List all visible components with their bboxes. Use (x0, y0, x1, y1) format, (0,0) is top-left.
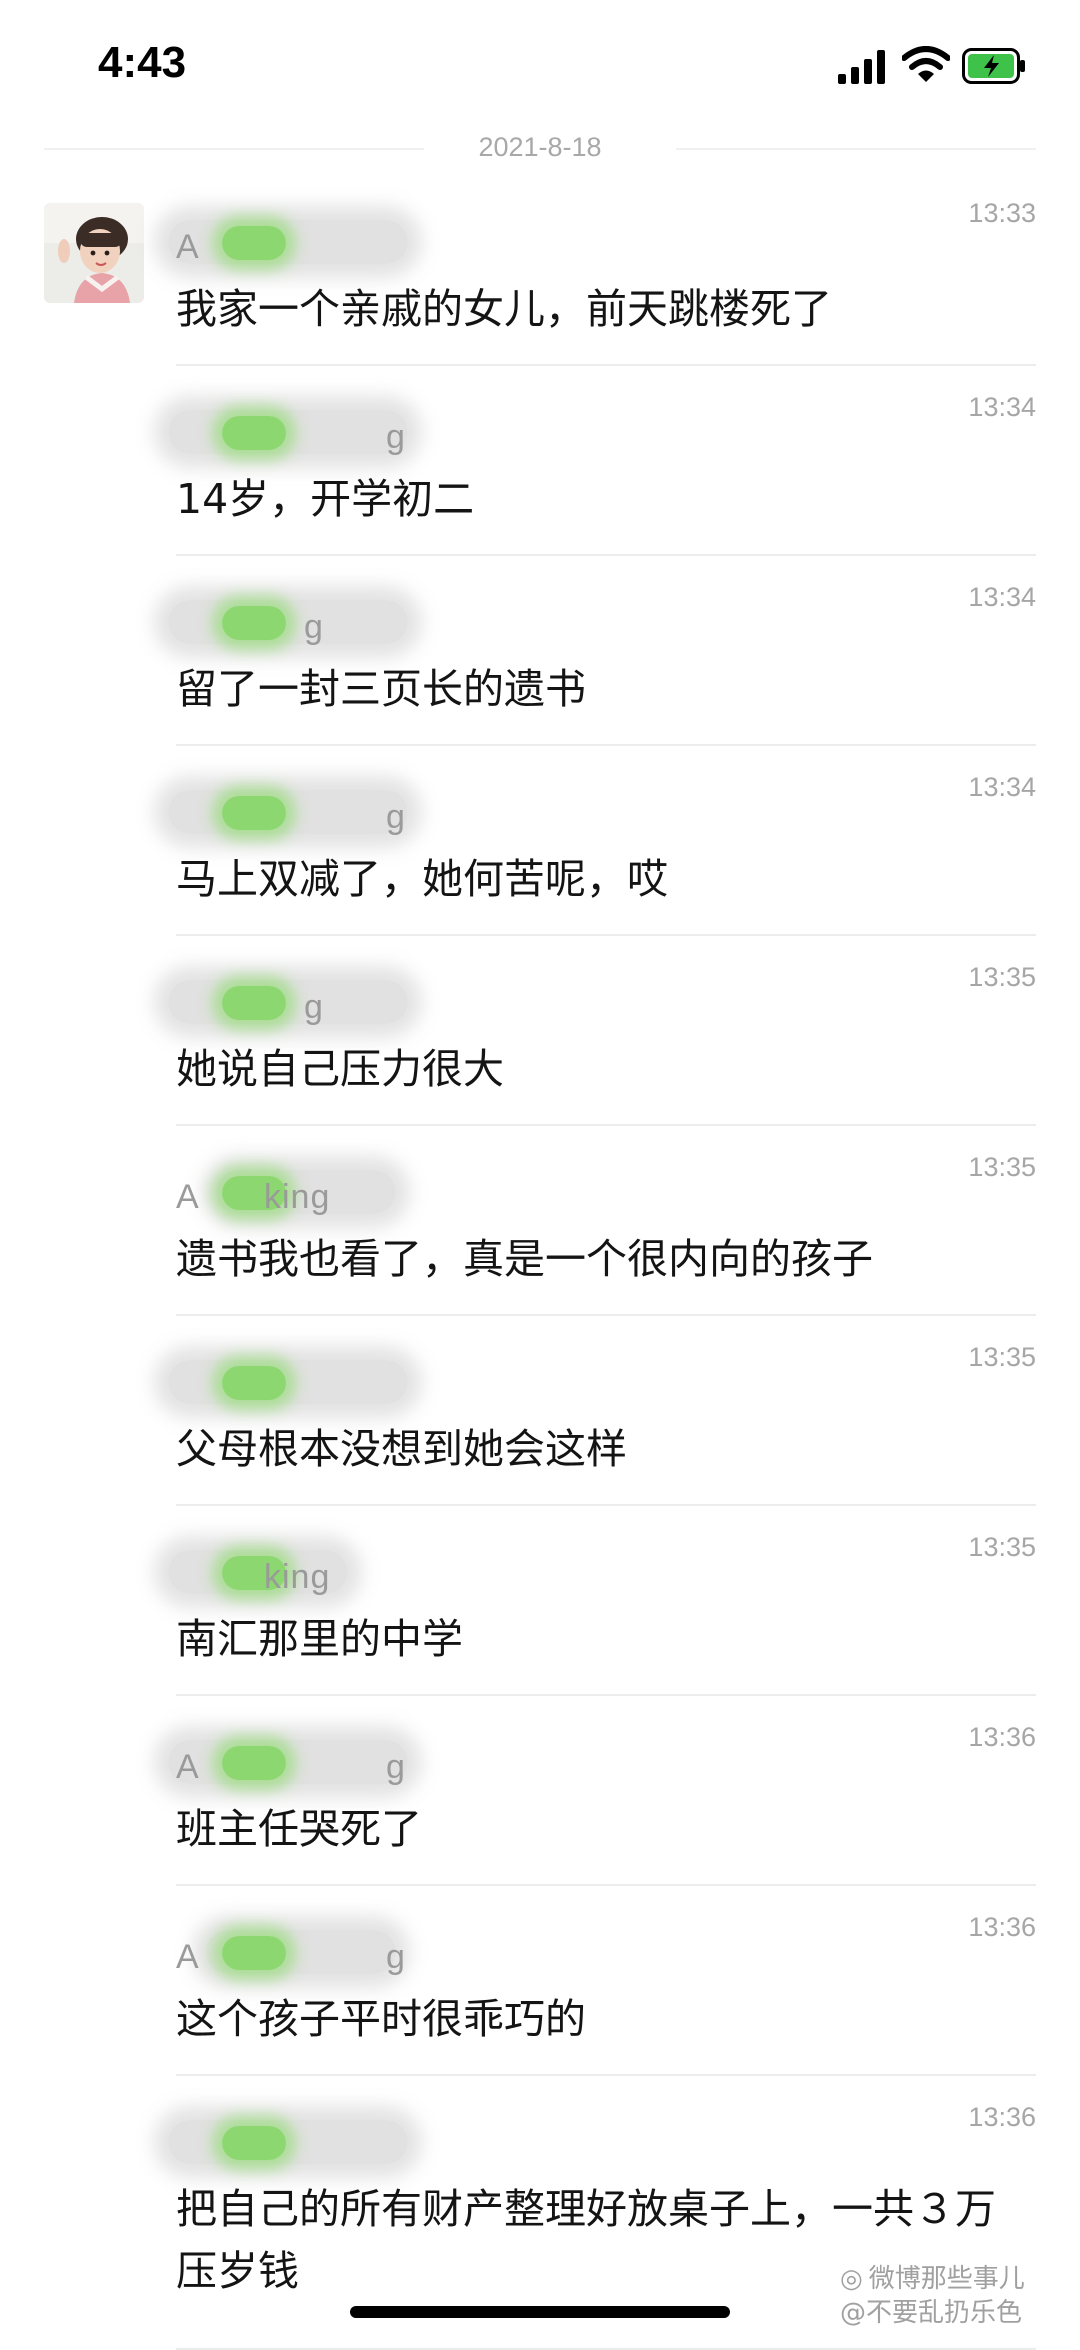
status-time: 4:43 (98, 38, 187, 87)
message-time: 13:36 (968, 2102, 1036, 2132)
sender-name-blurred: king (168, 1548, 416, 1598)
message-time: 13:34 (968, 772, 1036, 802)
message-time: 13:33 (968, 198, 1036, 228)
sender-name-visible-part: g (304, 988, 324, 1026)
message-text: 这个孩子平时很乖巧的 (176, 1995, 586, 2043)
sender-name-visible-part: g (386, 1748, 406, 1786)
battery-charging-icon (962, 48, 1025, 84)
sender-name-visible-part: A (176, 1178, 200, 1216)
message-list: A 13:33 我家一个亲戚的女儿，前天跳楼死了 g 13:34 14岁，开学初… (168, 176, 1036, 2350)
sender-name-visible-part: king (264, 1178, 331, 1216)
watermark-line-2: @不要乱扔乐色 (840, 2298, 1023, 2328)
sender-name-visible-part: A (176, 228, 200, 266)
message-text: 留了一封三页长的遗书 (176, 665, 586, 713)
sender-name-visible-part: g (386, 418, 406, 456)
sender-name-blurred: A king (176, 1168, 416, 1218)
weibo-logo-icon: ◎ (840, 2264, 863, 2294)
sender-name-blurred (168, 2118, 416, 2168)
sender-name-visible-part: A (176, 1938, 200, 1976)
message-time: 13:34 (968, 392, 1036, 422)
message-text: 遗书我也看了，真是一个很内向的孩子 (176, 1235, 873, 1283)
contact-avatar[interactable] (44, 203, 144, 303)
message-time: 13:35 (968, 1532, 1036, 1562)
message-item[interactable]: king 13:35 南汇那里的中学 (168, 1506, 1036, 1696)
date-separator: 2021-8-18 (44, 128, 1036, 168)
message-item[interactable]: 13:35 父母根本没想到她会这样 (168, 1316, 1036, 1506)
message-text: 班主任哭死了 (176, 1805, 422, 1853)
message-text: 南汇那里的中学 (176, 1615, 463, 1663)
sender-name-visible-part: A (176, 1748, 200, 1786)
message-item[interactable]: g 13:34 马上双减了，她何苦呢，哎 (168, 746, 1036, 936)
weibo-watermark: ◎ 微博那些事儿 @不要乱扔乐色 (840, 2262, 1025, 2330)
sender-name-blurred: A g (168, 1738, 416, 1788)
message-item[interactable]: g 13:35 她说自己压力很大 (168, 936, 1036, 1126)
wifi-icon (902, 46, 950, 82)
sender-name-visible-part: g (386, 798, 406, 836)
sender-name-blurred: g (168, 978, 416, 1028)
message-item[interactable]: g 13:34 14岁，开学初二 (168, 366, 1036, 556)
message-time: 13:36 (968, 1912, 1036, 1942)
message-time: 13:35 (968, 1152, 1036, 1182)
sender-name-blurred: A (168, 218, 416, 268)
sender-name-blurred (168, 1358, 416, 1408)
message-item[interactable]: A 13:33 我家一个亲戚的女儿，前天跳楼死了 (168, 176, 1036, 366)
home-indicator[interactable] (350, 2306, 730, 2318)
message-time: 13:34 (968, 582, 1036, 612)
message-text: 父母根本没想到她会这样 (176, 1425, 627, 1473)
sender-name-blurred: A g (176, 1928, 416, 1978)
sender-name-visible-part: king (264, 1558, 331, 1596)
sender-name-blurred: g (168, 408, 416, 458)
message-text: 她说自己压力很大 (176, 1045, 504, 1093)
message-text: 马上双减了，她何苦呢，哎 (176, 855, 668, 903)
message-item[interactable]: A g 13:36 这个孩子平时很乖巧的 (176, 1886, 1036, 2076)
message-item[interactable]: A g 13:36 班主任哭死了 (168, 1696, 1036, 1886)
message-time: 13:35 (968, 962, 1036, 992)
status-bar: 4:43 (0, 0, 1080, 130)
message-time: 13:35 (968, 1342, 1036, 1372)
cellular-signal-icon (838, 50, 885, 84)
sender-name-visible-part: g (386, 1938, 406, 1976)
message-text: 我家一个亲戚的女儿，前天跳楼死了 (176, 285, 832, 333)
message-item[interactable]: A king 13:35 遗书我也看了，真是一个很内向的孩子 (176, 1126, 1036, 1316)
watermark-line-1: 微博那些事儿 (868, 2264, 1025, 2294)
sender-name-blurred: g (168, 788, 416, 838)
message-item[interactable]: g 13:34 留了一封三页长的遗书 (168, 556, 1036, 746)
date-label: 2021-8-18 (478, 132, 602, 162)
sender-name-blurred: g (168, 598, 416, 648)
sender-name-visible-part: g (304, 608, 324, 646)
message-time: 13:36 (968, 1722, 1036, 1752)
message-text: 14岁，开学初二 (176, 475, 475, 523)
